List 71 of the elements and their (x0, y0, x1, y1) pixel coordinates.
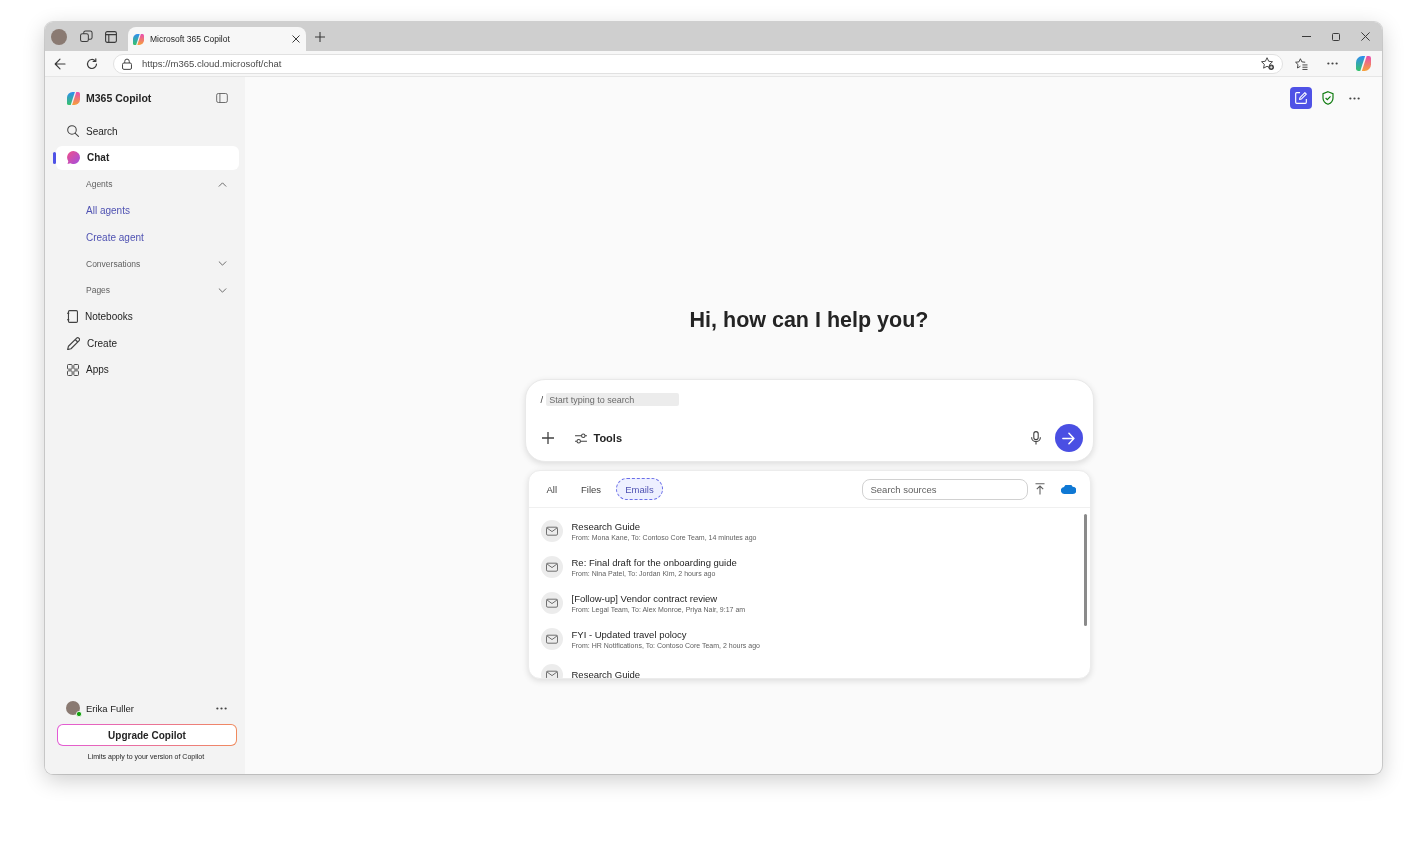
logo-icon (67, 91, 80, 105)
email-subject: Research Guide (571, 520, 642, 533)
avatar-icon[interactable] (51, 28, 67, 45)
new-chat-button[interactable] (1290, 87, 1312, 109)
more-icon[interactable] (1349, 96, 1360, 100)
filter-tab[interactable]: Files (572, 478, 611, 500)
email-subject: FYI - Updated travel polocy (571, 628, 688, 641)
section-toggle[interactable]: Agents (56, 172, 239, 196)
more-icon[interactable] (216, 706, 227, 710)
logo-icon[interactable] (1356, 56, 1371, 71)
sliders-icon (573, 432, 588, 444)
lock-icon[interactable] (122, 57, 132, 70)
search-field[interactable]: Search sources (861, 478, 1028, 500)
search-icon (67, 125, 79, 137)
mail-icon (540, 556, 563, 578)
mail-icon (540, 592, 563, 614)
section-toggle[interactable]: Conversations (56, 251, 239, 276)
nav-link[interactable]: Create agent (56, 225, 239, 249)
nav-link[interactable]: All agents (56, 198, 239, 223)
tools-button[interactable]: Tools (573, 432, 622, 444)
command-slash: / (540, 394, 544, 405)
close-icon[interactable] (1361, 32, 1370, 41)
compose-icon (1295, 92, 1307, 104)
search-field[interactable]: Start typing to search (546, 393, 680, 406)
shield-check-icon[interactable] (1322, 91, 1334, 105)
notebook-icon (67, 310, 78, 323)
apps-grid-icon (67, 363, 79, 376)
avatar-icon (66, 701, 80, 715)
nav-item[interactable]: Search (56, 119, 239, 143)
mail-icon (540, 520, 563, 542)
filter-tab[interactable]: All (537, 478, 567, 500)
filter-tab[interactable]: Emails (616, 478, 663, 500)
section-toggle[interactable]: Pages (56, 278, 239, 302)
email-subject: Re: Final draft for the onboarding guide (571, 556, 737, 569)
stacked-squares-icon[interactable] (80, 30, 93, 43)
greeting-heading: Hi, how can I help you? (689, 307, 929, 334)
upload-icon[interactable] (1034, 483, 1045, 495)
pencil-icon (67, 336, 80, 350)
mail-icon (540, 628, 563, 650)
logo-icon (133, 33, 144, 45)
chevron-down-icon (218, 287, 227, 293)
back-arrow-icon[interactable] (54, 57, 66, 70)
send-button[interactable] (1054, 424, 1083, 452)
maximize-icon[interactable] (1332, 32, 1340, 41)
microphone-icon[interactable] (1030, 431, 1041, 445)
panel-icon[interactable] (105, 30, 117, 43)
close-icon[interactable] (292, 35, 300, 43)
chevron-down-icon (218, 261, 227, 266)
address-bar[interactable]: https://m365.cloud.microsoft/chat (113, 53, 1283, 74)
sidebar-toggle-icon[interactable] (216, 93, 228, 103)
star-list-icon[interactable] (1295, 57, 1308, 70)
star-plus-icon[interactable] (1261, 57, 1274, 70)
cloud-icon[interactable] (1060, 484, 1076, 494)
arrow-right-icon (1062, 431, 1075, 445)
email-subject: Research Guide (571, 669, 641, 678)
upgrade-button[interactable]: Upgrade Copilot (57, 724, 237, 746)
user-name: Erika Fuller (86, 702, 135, 714)
nav-item[interactable]: Apps (56, 357, 239, 382)
app-name: M365 Copilot (86, 92, 152, 104)
chevron-up-icon (218, 181, 227, 187)
plus-icon[interactable] (541, 432, 554, 444)
nav-item[interactable]: Create (56, 331, 239, 355)
refresh-icon[interactable] (86, 57, 98, 70)
nav-item[interactable]: Notebooks (56, 304, 239, 329)
more-icon[interactable] (1327, 62, 1338, 65)
plus-icon[interactable] (315, 31, 325, 42)
browser-tab[interactable]: Microsoft 365 Copilot (128, 27, 306, 51)
chat-bubble-icon (67, 151, 80, 164)
scrollbar-thumb[interactable] (1083, 514, 1087, 626)
nav-item[interactable]: Chat (56, 145, 239, 170)
email-subject: [Follow-up] Vendor contract review (571, 592, 719, 605)
